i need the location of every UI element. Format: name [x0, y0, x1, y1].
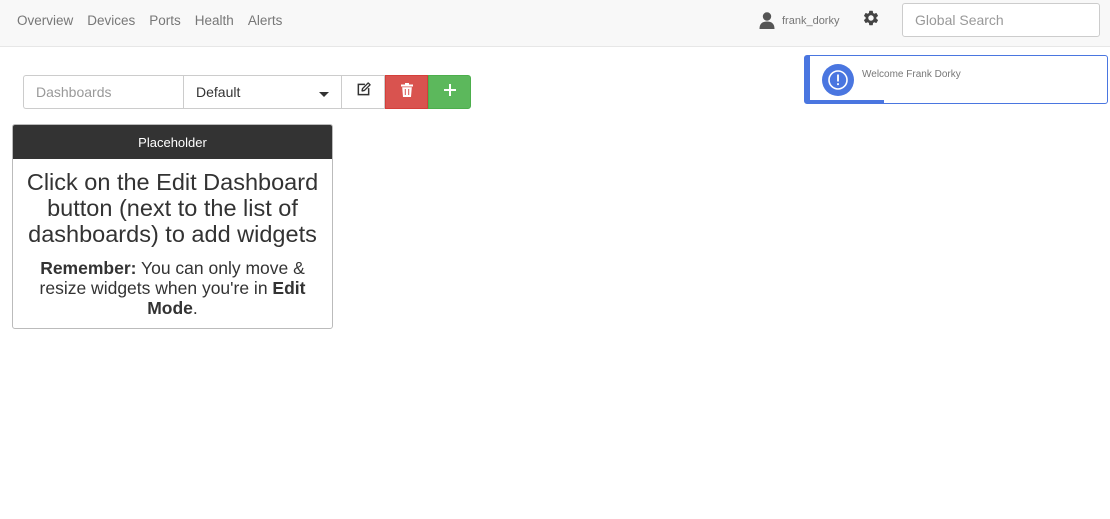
nav-alerts[interactable]: Alerts [241, 0, 290, 41]
exclamation-circle-icon [822, 64, 854, 96]
toast-progress-bar [810, 100, 885, 103]
widget-message: Click on the Edit Dashboard button (next… [26, 169, 319, 247]
trash-icon [400, 82, 413, 102]
widget-title: Placeholder [13, 125, 332, 159]
welcome-toast[interactable]: Welcome Frank Dorky [804, 55, 1108, 104]
remember-label: Remember: [40, 258, 137, 278]
delete-dashboard-button[interactable] [385, 75, 428, 109]
placeholder-widget[interactable]: Placeholder Click on the Edit Dashboard … [12, 124, 333, 329]
nav-overview[interactable]: Overview [10, 0, 80, 41]
dashboard-select[interactable]: Default [183, 75, 342, 109]
main-nav: Overview Devices Ports Health Alerts [10, 0, 289, 41]
toast-message: Welcome Frank Dorky [862, 69, 961, 80]
dashboards-input[interactable] [23, 75, 183, 109]
nav-ports[interactable]: Ports [142, 0, 188, 41]
widget-remember-note: Remember: You can only move & resize wid… [21, 258, 324, 318]
remember-end: . [192, 298, 198, 318]
settings-button[interactable] [860, 9, 882, 31]
plus-icon [443, 83, 456, 101]
edit-dashboard-button[interactable] [342, 75, 385, 109]
nav-devices[interactable]: Devices [80, 0, 142, 41]
add-dashboard-button[interactable] [428, 75, 471, 109]
edit-icon [356, 82, 371, 102]
widget-body: Click on the Edit Dashboard button (next… [13, 159, 332, 328]
user-icon [756, 9, 778, 31]
gear-icon [862, 9, 880, 32]
chevron-down-icon [319, 92, 329, 97]
global-search-input[interactable] [902, 3, 1100, 37]
dashboard-toolbar: Default [23, 75, 471, 109]
nav-health[interactable]: Health [188, 0, 241, 41]
username-label: frank_dorky [782, 15, 840, 27]
dashboard-select-value: Default [196, 84, 241, 100]
user-menu[interactable]: frank_dorky [756, 8, 839, 32]
top-navbar: Overview Devices Ports Health Alerts fra… [0, 0, 1110, 47]
